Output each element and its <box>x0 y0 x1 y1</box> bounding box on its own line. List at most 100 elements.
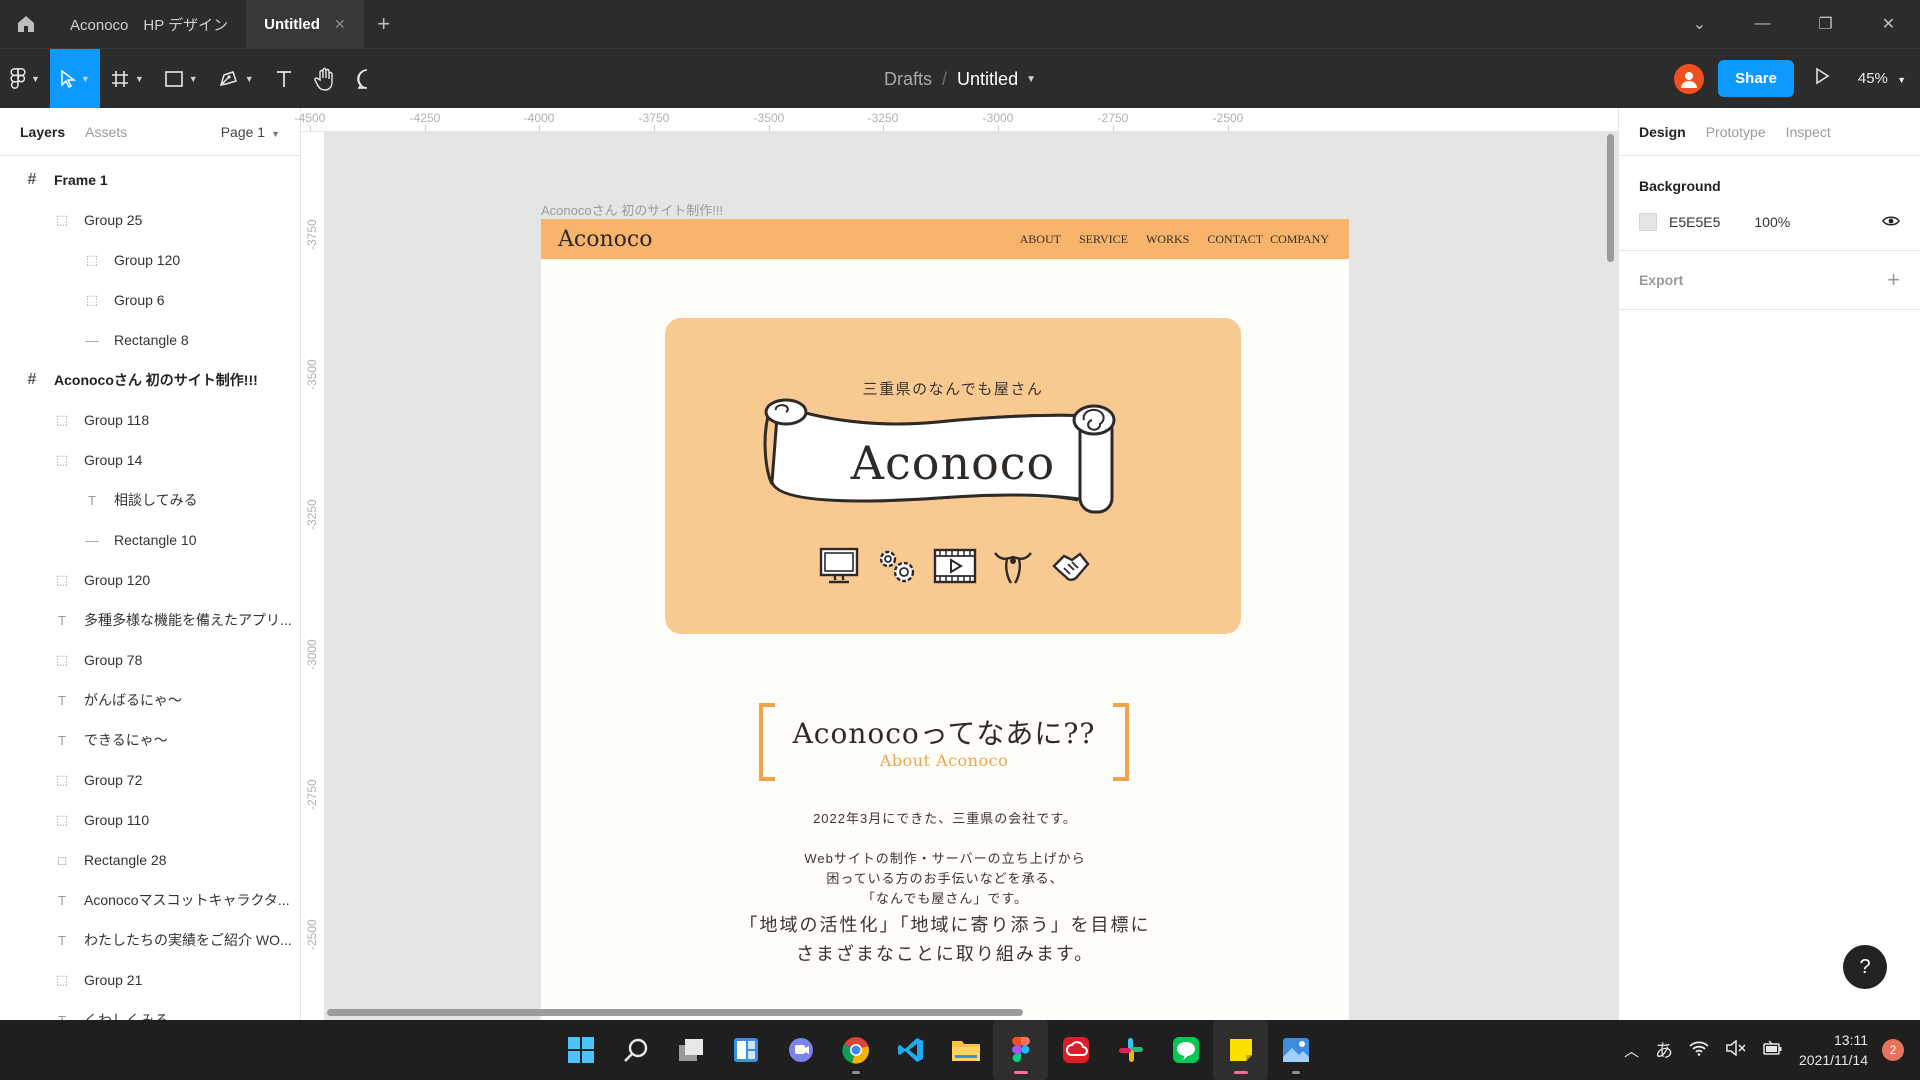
breadcrumb-drafts[interactable]: Drafts <box>884 69 932 90</box>
background-swatch[interactable] <box>1639 213 1657 231</box>
layer-row[interactable]: T くわしくみる <box>0 1000 300 1020</box>
export-row: Export + <box>1639 251 1900 309</box>
windows-start-icon[interactable] <box>553 1020 608 1080</box>
minimize-icon[interactable]: — <box>1731 0 1794 48</box>
layer-row[interactable]: ⬚ Group 6 <box>0 280 300 320</box>
avatar[interactable] <box>1674 63 1705 94</box>
tab-untitled[interactable]: Untitled ✕ <box>246 0 364 48</box>
vertical-scrollbar[interactable] <box>1607 134 1614 262</box>
add-export-button[interactable]: + <box>1887 267 1900 293</box>
ruler-tick <box>998 125 999 131</box>
active-indicator <box>1233 1071 1248 1074</box>
frame-tool[interactable]: ▼ <box>100 49 154 109</box>
canvas[interactable]: Aconocoさん 初のサイト制作!!! Aconoco ABOUT SERVI… <box>325 132 1618 1020</box>
chevron-down-icon[interactable]: ▼ <box>1026 74 1036 85</box>
layer-row[interactable]: T わたしたちの実績をご紹介 WO... <box>0 920 300 960</box>
eye-icon[interactable] <box>1882 214 1900 230</box>
layer-row[interactable]: T がんばるにゃ～ <box>0 680 300 720</box>
home-button[interactable] <box>0 0 52 48</box>
layer-row[interactable]: # Aconocoさん 初のサイト制作!!! <box>0 360 300 400</box>
slack-icon[interactable] <box>1103 1020 1158 1080</box>
layer-row[interactable]: ⬚ Group 110 <box>0 800 300 840</box>
photos-icon[interactable] <box>1268 1020 1323 1080</box>
rectangle-icon <box>164 70 183 87</box>
line-icon[interactable] <box>1158 1020 1213 1080</box>
main-menu-button[interactable]: ▼ <box>0 49 50 109</box>
tab-inspect[interactable]: Inspect <box>1786 124 1831 140</box>
tab-hp-design[interactable]: Aconoco HP デザイン <box>52 0 246 48</box>
layer-row[interactable]: ⬚ Group 14 <box>0 440 300 480</box>
text-tool[interactable] <box>264 49 304 109</box>
page-selector[interactable]: Page 1 ▼ <box>221 124 280 140</box>
layer-row[interactable]: — Rectangle 10 <box>0 520 300 560</box>
widgets-icon[interactable] <box>718 1020 773 1080</box>
layer-row[interactable]: ⬚ Group 25 <box>0 200 300 240</box>
layer-row[interactable]: — Rectangle 8 <box>0 320 300 360</box>
chevron-down-icon: ▼ <box>31 73 40 84</box>
breadcrumb-separator: / <box>942 68 948 89</box>
export-section: Export + <box>1619 251 1920 310</box>
design-panel-tabs: Design Prototype Inspect <box>1619 108 1920 156</box>
search-icon[interactable] <box>608 1020 663 1080</box>
shape-tool[interactable]: ▼ <box>154 49 208 109</box>
tab-prototype[interactable]: Prototype <box>1706 124 1766 140</box>
tab-layers[interactable]: Layers <box>20 124 65 140</box>
layer-row[interactable]: ⬚ Group 72 <box>0 760 300 800</box>
layer-row[interactable]: ⬚ Group 120 <box>0 560 300 600</box>
layer-name: がんばるにゃ～ <box>84 692 182 708</box>
background-opacity-input[interactable]: 100% <box>1754 214 1790 230</box>
figma-icon[interactable] <box>993 1020 1048 1080</box>
layer-name: Rectangle 8 <box>114 332 189 348</box>
monitor-icon <box>815 546 863 586</box>
site-frame[interactable]: Aconoco ABOUT SERVICE WORKS CONTACT COMP… <box>541 219 1349 1020</box>
clock[interactable]: 13:11 2021/11/14 <box>1799 1030 1868 1070</box>
teams-chat-icon[interactable] <box>773 1020 828 1080</box>
group-layer-icon: ⬚ <box>85 252 99 267</box>
tabs-dropdown-icon[interactable]: ⌄ <box>1668 0 1731 48</box>
comment-tool[interactable] <box>346 49 388 109</box>
horizontal-scrollbar[interactable] <box>327 1009 1023 1016</box>
help-button[interactable]: ? <box>1843 945 1887 989</box>
chevron-up-icon[interactable]: ︿ <box>1624 1040 1639 1061</box>
share-button[interactable]: Share <box>1718 60 1794 97</box>
move-tool[interactable]: ▼ <box>49 48 100 109</box>
frame-label[interactable]: Aconocoさん 初のサイト制作!!! <box>541 200 723 219</box>
close-window-icon[interactable]: ✕ <box>1857 0 1920 48</box>
volume-muted-icon[interactable] <box>1725 1039 1747 1060</box>
layer-row[interactable]: ⬚ Group 78 <box>0 640 300 680</box>
layer-row[interactable]: # Frame 1 <box>0 160 300 200</box>
notification-badge[interactable]: 2 <box>1882 1039 1904 1061</box>
layer-row[interactable]: T 多種多様な機能を備えたアプリ... <box>0 600 300 640</box>
ime-indicator[interactable]: あ <box>1655 1037 1673 1063</box>
layer-row[interactable]: □ Rectangle 28 <box>0 840 300 880</box>
layer-row[interactable]: T 相談してみる <box>0 480 300 520</box>
chrome-icon[interactable] <box>828 1020 883 1080</box>
tab-close-icon[interactable]: ✕ <box>334 16 346 33</box>
task-view-icon[interactable] <box>663 1020 718 1080</box>
restore-icon[interactable]: ❐ <box>1794 0 1857 48</box>
creative-cloud-icon[interactable] <box>1048 1020 1103 1080</box>
battery-icon[interactable] <box>1763 1040 1783 1060</box>
sticky-notes-icon[interactable] <box>1213 1020 1268 1080</box>
tab-assets[interactable]: Assets <box>85 124 127 140</box>
file-explorer-icon[interactable] <box>938 1020 993 1080</box>
new-tab-button[interactable]: + <box>364 0 404 48</box>
taskbar: ︿ あ 13:11 2021/11/14 2 <box>0 1020 1920 1080</box>
file-name[interactable]: Untitled <box>957 69 1018 90</box>
chevron-down-icon: ▼ <box>134 73 144 84</box>
background-color-input[interactable]: E5E5E5 <box>1669 214 1720 230</box>
pen-icon <box>219 70 237 86</box>
layer-row[interactable]: T できるにゃ～ <box>0 720 300 760</box>
hand-tool[interactable] <box>304 49 346 109</box>
pen-tool[interactable]: ▼ <box>208 49 264 109</box>
present-button[interactable] <box>1814 67 1830 90</box>
layer-row[interactable]: ⬚ Group 120 <box>0 240 300 280</box>
ruler-tick <box>539 125 540 131</box>
wifi-icon[interactable] <box>1689 1040 1709 1060</box>
layer-row[interactable]: T Aconocoマスコットキャラクタ... <box>0 880 300 920</box>
layer-row[interactable]: ⬚ Group 118 <box>0 400 300 440</box>
vscode-icon[interactable] <box>883 1020 938 1080</box>
zoom-menu[interactable]: 45% ▼ <box>1858 70 1906 87</box>
layer-row[interactable]: ⬚ Group 21 <box>0 960 300 1000</box>
tab-design[interactable]: Design <box>1639 124 1686 140</box>
